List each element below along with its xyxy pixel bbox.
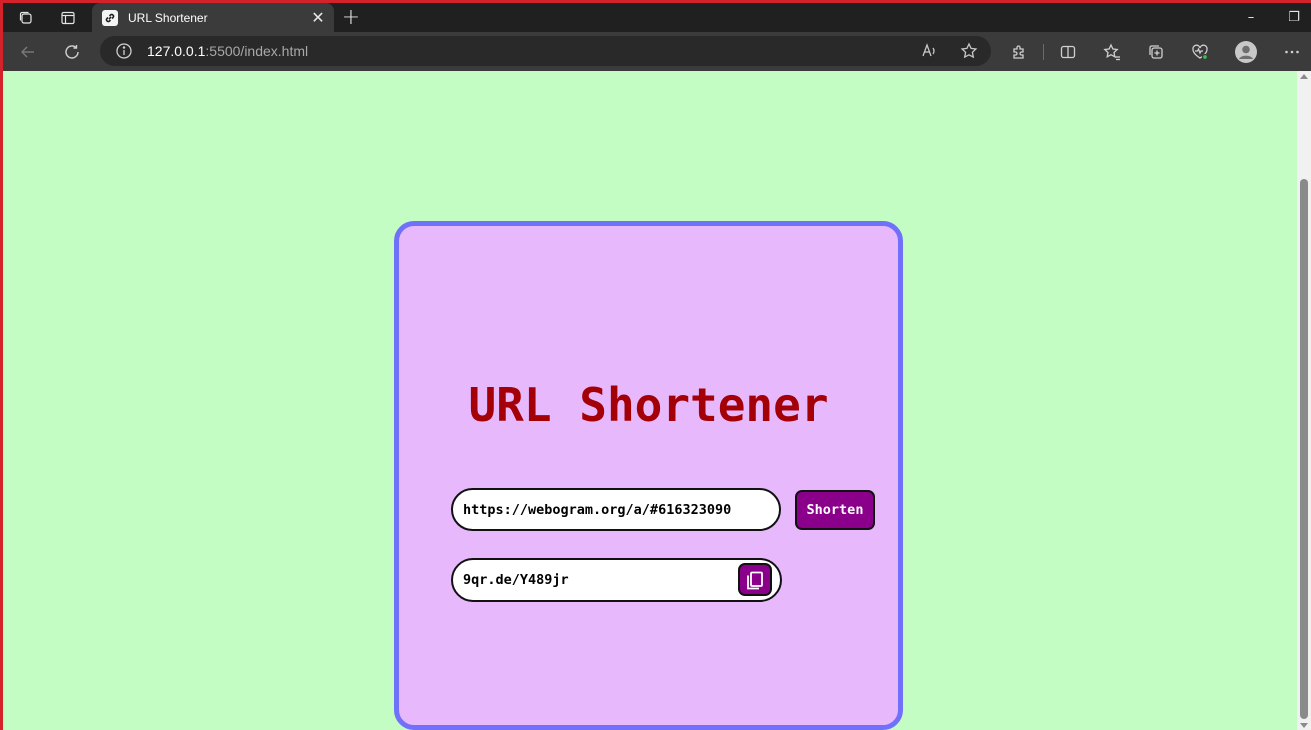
address-text[interactable]: 127.0.0.1:5500/index.html xyxy=(147,43,308,59)
toolbar-separator xyxy=(1043,44,1044,60)
extensions-puzzle-icon[interactable] xyxy=(1000,32,1038,71)
minimize-button[interactable]: – xyxy=(1228,3,1274,32)
url-input-field[interactable] xyxy=(451,488,781,531)
workspaces-icon[interactable] xyxy=(5,3,47,32)
shortener-card: URL Shortener Shorten 9qr.de/Y489jr xyxy=(394,221,903,730)
restore-button[interactable]: ❐ xyxy=(1274,3,1311,32)
favorites-icon[interactable] xyxy=(1093,32,1131,71)
scroll-up-arrow-icon[interactable] xyxy=(1300,74,1308,79)
address-bar[interactable]: 127.0.0.1:5500/index.html xyxy=(100,36,991,66)
more-menu-icon[interactable] xyxy=(1273,32,1311,71)
new-tab-plus-icon[interactable]: + xyxy=(336,3,366,32)
short-url-field[interactable]: 9qr.de/Y489jr xyxy=(451,558,782,602)
profile-avatar-icon[interactable] xyxy=(1227,32,1265,71)
vertical-scrollbar[interactable] xyxy=(1297,71,1311,730)
page-title: URL Shortener xyxy=(468,378,829,432)
tab-actions-icon[interactable] xyxy=(47,3,89,32)
address-path: :5500/index.html xyxy=(205,43,309,59)
scroll-down-arrow-icon[interactable] xyxy=(1300,723,1308,728)
short-url-text: 9qr.de/Y489jr xyxy=(463,572,569,588)
read-aloud-icon[interactable] xyxy=(911,36,947,66)
refresh-icon[interactable] xyxy=(53,32,91,71)
address-host: 127.0.0.1 xyxy=(147,43,206,59)
copy-icon xyxy=(747,571,763,589)
close-tab-icon[interactable]: ✕ xyxy=(306,6,330,30)
split-screen-icon[interactable] xyxy=(1049,32,1087,71)
tab-strip: URL Shortener ✕ + – ❐ xyxy=(3,3,1311,32)
back-arrow-icon[interactable] xyxy=(9,32,47,71)
copy-button[interactable] xyxy=(738,563,772,596)
tab-url-shortener[interactable]: URL Shortener ✕ xyxy=(92,3,334,32)
shorten-button[interactable]: Shorten xyxy=(795,490,875,530)
browser-window: URL Shortener ✕ + – ❐ 127.0.0.1:5500/ind… xyxy=(0,0,1311,730)
site-info-icon[interactable] xyxy=(115,42,133,60)
favorite-star-icon[interactable] xyxy=(951,36,987,66)
url-input[interactable] xyxy=(463,501,773,518)
tab-title: URL Shortener xyxy=(128,10,208,25)
link-favicon-icon xyxy=(102,9,118,26)
collections-icon[interactable] xyxy=(1137,32,1175,71)
browser-essentials-icon[interactable] xyxy=(1181,32,1219,71)
scrollbar-thumb[interactable] xyxy=(1300,179,1308,719)
page-viewport: URL Shortener Shorten 9qr.de/Y489jr xyxy=(3,71,1297,730)
browser-toolbar: 127.0.0.1:5500/index.html xyxy=(3,32,1311,71)
